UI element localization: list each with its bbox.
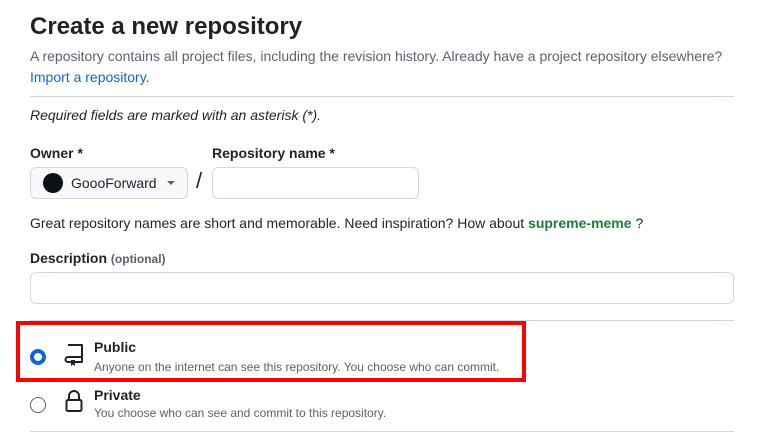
visibility-public-description: Anyone on the internet can see this repo…	[94, 360, 500, 374]
owner-name: GoooForward	[71, 175, 157, 191]
repo-icon	[64, 343, 84, 367]
repository-name-label: Repository name *	[212, 145, 335, 161]
hint-text: Great repository names are short and mem…	[30, 215, 525, 231]
repository-name-input[interactable]	[212, 167, 419, 199]
description-input[interactable]	[30, 272, 734, 304]
page-subtitle: A repository contains all project files,…	[30, 48, 723, 64]
description-label-text: Description	[30, 250, 108, 266]
divider	[30, 96, 734, 97]
divider	[30, 431, 734, 432]
visibility-private-title: Private	[94, 387, 141, 403]
visibility-public-title: Public	[94, 339, 137, 355]
owner-repo-separator: /	[196, 168, 203, 193]
owner-label: Owner *	[30, 145, 83, 161]
visibility-private-radio[interactable]	[30, 397, 46, 413]
required-fields-note: Required fields are marked with an aster…	[30, 107, 322, 123]
divider	[30, 320, 734, 321]
description-label: Description (optional)	[30, 250, 166, 266]
repository-name-hint: Great repository names are short and mem…	[30, 215, 643, 231]
chevron-down-icon	[166, 181, 175, 185]
lock-icon	[65, 389, 83, 413]
owner-dropdown[interactable]: GoooForward	[30, 167, 188, 199]
optional-marker: (optional)	[110, 252, 166, 266]
avatar	[43, 173, 63, 193]
import-repository-link[interactable]: Import a repository.	[30, 69, 150, 85]
hint-suffix: ?	[635, 215, 644, 231]
visibility-private-description: You choose who can see and commit to thi…	[94, 406, 387, 420]
page-title: Create a new repository	[30, 13, 303, 40]
name-suggestion-link[interactable]: supreme-meme	[528, 215, 632, 231]
visibility-public-radio[interactable]	[30, 349, 46, 365]
